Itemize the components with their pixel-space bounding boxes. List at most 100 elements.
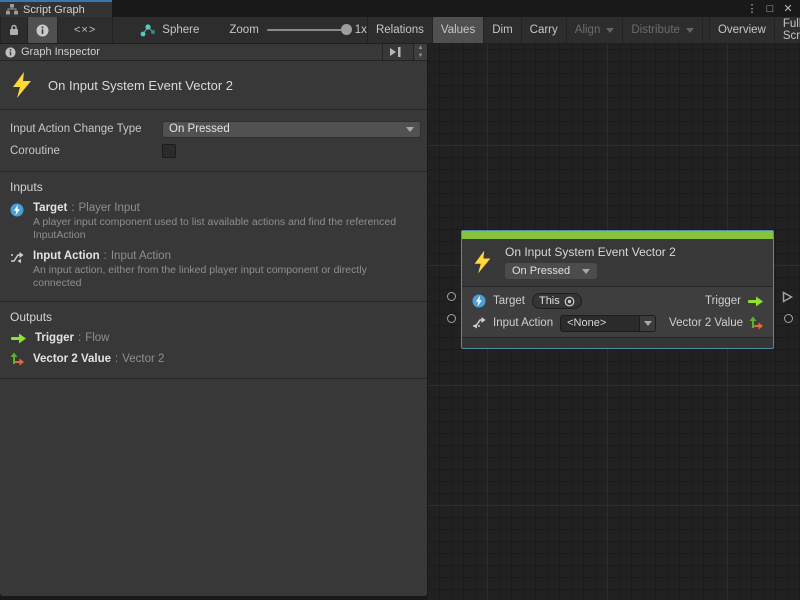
dock-panel-button[interactable]: [382, 44, 408, 60]
relations-button[interactable]: Relations: [367, 17, 433, 43]
outputs-section: Outputs Trigger:Flow: [0, 302, 427, 379]
graph-inspector-panel: Graph Inspector ▲ ▼ On Input System Even…: [0, 44, 428, 596]
graph-toolbar: <×> Sphere Zoom 1x Relations Values: [0, 17, 800, 44]
flow-port-icon: [782, 291, 793, 303]
node-row-target: Target This Trigger: [462, 290, 773, 312]
unity-visual-scripting-window: Script Graph ⋮ □ ✕ <×>: [0, 0, 800, 600]
tab-script-graph[interactable]: Script Graph: [0, 0, 112, 17]
chevron-down-icon: [686, 28, 694, 33]
overview-button[interactable]: Overview: [709, 17, 775, 43]
output-port-trigger[interactable]: [782, 290, 793, 308]
input-port-target[interactable]: [447, 292, 456, 301]
vector2-icon: [10, 352, 25, 366]
coroutine-label: Coroutine: [10, 145, 162, 157]
tab-title: Script Graph: [23, 4, 85, 16]
full-screen-button[interactable]: Full Screen: [775, 17, 800, 43]
target-self-toggle[interactable]: This: [532, 293, 582, 309]
node-event-strip: [462, 231, 773, 239]
zoom-value: 1x: [355, 24, 367, 36]
graph-breadcrumb[interactable]: Sphere: [139, 17, 199, 43]
input-action-dropdown[interactable]: <None>: [560, 315, 656, 332]
chevron-down-icon: [644, 321, 652, 326]
unit-settings: Input Action Change Type On Pressed Coro…: [0, 110, 427, 172]
port-type: Input Action: [111, 250, 171, 262]
port-label: Target: [493, 295, 525, 307]
zoom-control: Zoom 1x: [229, 17, 367, 43]
scroll-up-icon[interactable]: ▲: [414, 44, 427, 52]
info-icon: [5, 47, 16, 58]
list-item: Trigger:Flow: [10, 332, 417, 344]
chevron-down-icon: [582, 269, 590, 274]
port-type: Player Input: [79, 202, 140, 214]
port-type: Flow: [85, 332, 109, 344]
zoom-label: Zoom: [229, 24, 258, 36]
distribute-button: Distribute: [623, 17, 703, 43]
unit-header: On Input System Event Vector 2: [0, 61, 427, 110]
player-input-icon: [472, 294, 486, 308]
event-bolt-icon: [10, 71, 34, 99]
outputs-title: Outputs: [10, 310, 417, 324]
port-type: Vector 2: [122, 353, 164, 365]
align-button: Align: [567, 17, 624, 43]
inputs-title: Inputs: [10, 180, 417, 194]
chevron-down-icon: [606, 28, 614, 33]
info-icon: [36, 24, 49, 37]
inspector-toggle-button[interactable]: [28, 17, 58, 43]
dock-icon: [389, 47, 402, 57]
event-bolt-icon: [472, 249, 493, 275]
object-picker-icon[interactable]: [564, 296, 575, 307]
coroutine-row: Coroutine: [10, 141, 423, 161]
node-body: Target This Trigger: [462, 287, 773, 337]
list-item: Input Action:Input Action An input actio…: [10, 250, 417, 289]
port-label: Input Action: [493, 317, 553, 329]
coroutine-checkbox[interactable]: [162, 144, 176, 158]
event-node[interactable]: On Input System Event Vector 2 On Presse…: [461, 230, 774, 349]
scroll-down-icon[interactable]: ▼: [414, 52, 427, 60]
variables-button[interactable]: <×>: [58, 17, 113, 43]
port-label: Trigger: [705, 295, 741, 307]
menu-icon[interactable]: ⋮: [745, 2, 759, 15]
chevron-down-icon: [406, 127, 414, 132]
vector2-icon: [749, 316, 764, 330]
carry-button[interactable]: Carry: [522, 17, 567, 43]
graph-inspector-header: Graph Inspector ▲ ▼: [0, 44, 427, 61]
node-title: On Input System Event Vector 2: [505, 245, 676, 259]
window-controls: ⋮ □ ✕: [745, 0, 800, 17]
dim-button[interactable]: Dim: [484, 17, 521, 43]
values-button[interactable]: Values: [433, 17, 484, 43]
node-mode-dropdown[interactable]: On Pressed: [505, 263, 597, 279]
list-item: Target:Player Input A player input compo…: [10, 202, 417, 241]
player-input-icon: [10, 202, 25, 241]
graph-icon: [6, 4, 18, 15]
inspector-empty-area: [0, 379, 427, 596]
flow-arrow-icon: [10, 333, 27, 344]
script-machine-icon: [139, 23, 156, 37]
port-name: Vector 2 Value: [33, 353, 111, 365]
port-name: Input Action: [33, 250, 100, 262]
input-action-icon: [10, 250, 25, 289]
change-type-value: On Pressed: [169, 123, 400, 135]
list-item: Vector 2 Value:Vector 2: [10, 352, 417, 366]
change-type-dropdown[interactable]: On Pressed: [162, 121, 421, 138]
lock-button[interactable]: [0, 17, 28, 43]
graph-name-label: Sphere: [162, 24, 199, 36]
tab-bar: Script Graph ⋮ □ ✕: [0, 0, 800, 17]
inspector-scrollbar[interactable]: ▲ ▼: [413, 44, 427, 60]
input-port-input-action[interactable]: [447, 314, 456, 323]
node-header[interactable]: On Input System Event Vector 2 On Presse…: [462, 239, 773, 287]
output-port-vector2-value[interactable]: [784, 314, 793, 323]
close-icon[interactable]: ✕: [781, 2, 795, 15]
toolbar-toggle-group: Relations Values Dim Carry Align Distrib…: [367, 17, 800, 43]
port-description: A player input component used to list av…: [33, 216, 415, 241]
graph-canvas[interactable]: On Input System Event Vector 2 On Presse…: [428, 44, 800, 600]
zoom-slider-handle[interactable]: [341, 24, 352, 35]
port-label: Vector 2 Value: [669, 317, 743, 329]
variables-icon: <×>: [74, 24, 96, 36]
change-type-row: Input Action Change Type On Pressed: [10, 119, 423, 139]
change-type-label: Input Action Change Type: [10, 123, 162, 135]
zoom-slider[interactable]: [267, 29, 347, 31]
port-name: Target: [33, 202, 67, 214]
inputs-section: Inputs Target:Player Input A player inpu…: [0, 172, 427, 302]
dropdown-button[interactable]: [639, 316, 655, 331]
maximize-icon[interactable]: □: [763, 3, 777, 15]
